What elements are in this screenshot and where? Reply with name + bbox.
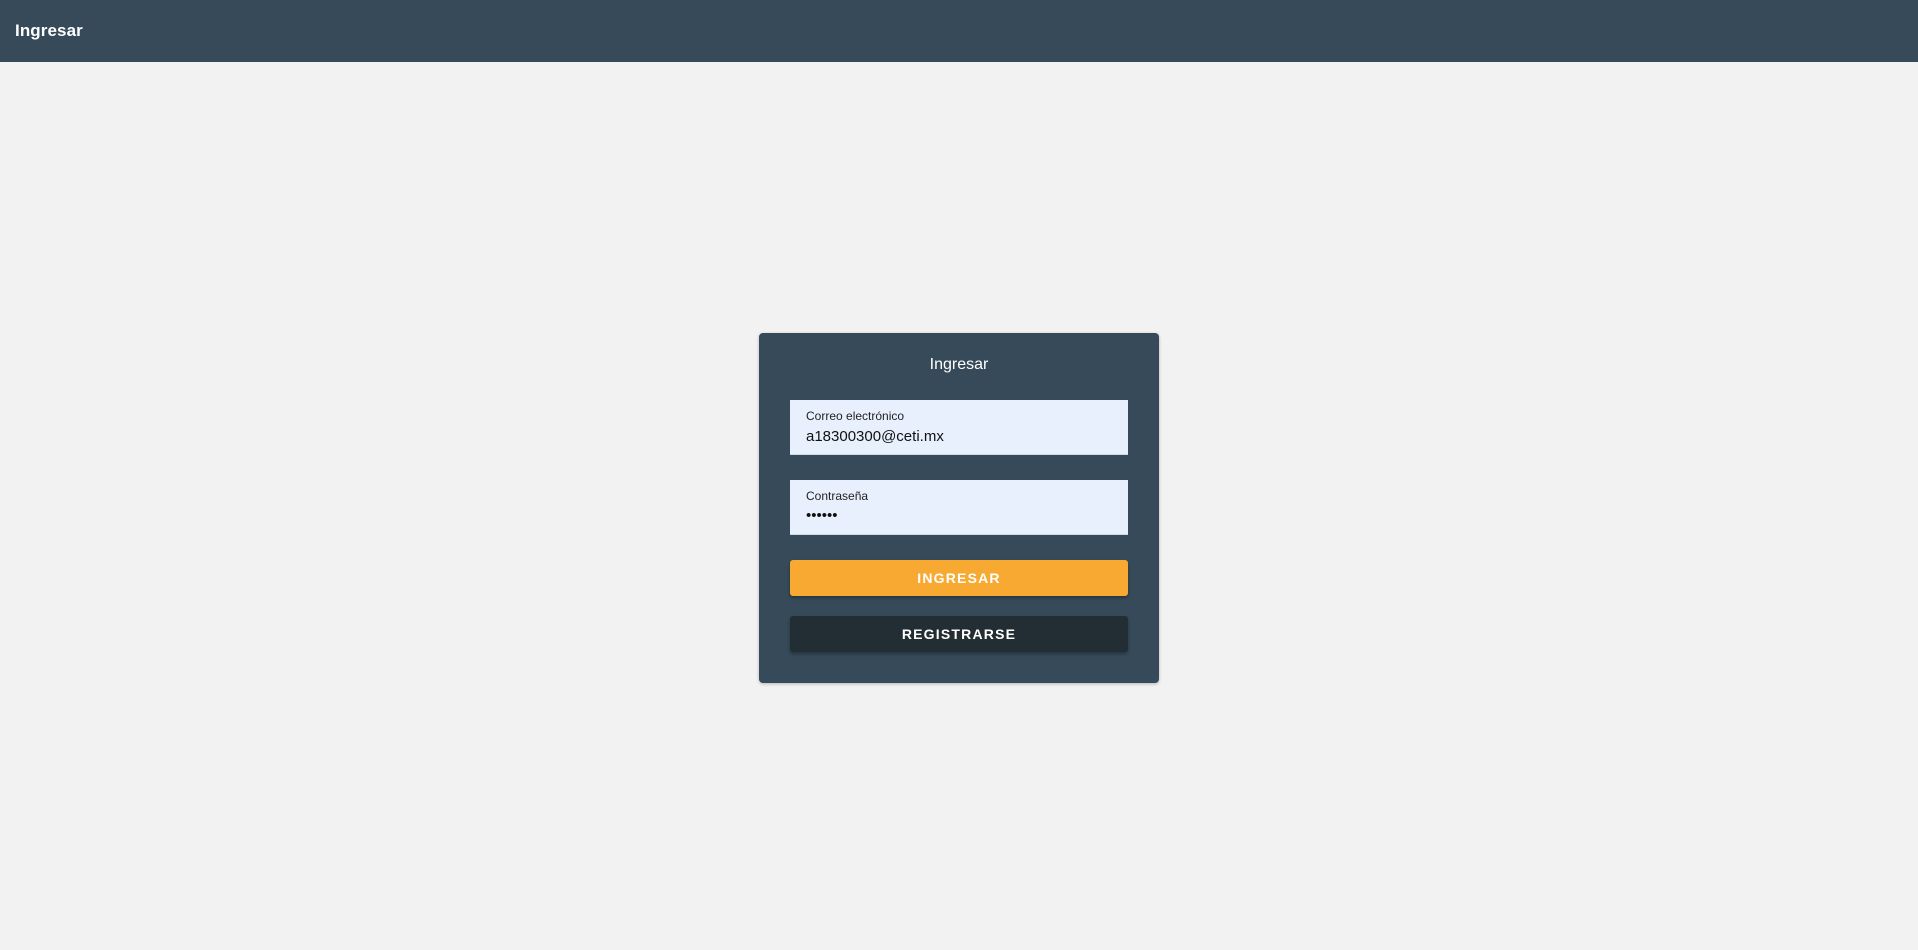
login-button[interactable]: INGRESAR <box>790 560 1128 596</box>
app-bar-title: Ingresar <box>15 21 83 40</box>
register-button[interactable]: REGISTRARSE <box>790 616 1128 652</box>
login-card: Ingresar Correo electrónico a18300300@ce… <box>759 333 1159 683</box>
password-field-value[interactable]: •••••• <box>806 507 838 524</box>
email-field-value[interactable]: a18300300@ceti.mx <box>806 428 944 445</box>
top-app-bar: Ingresar <box>0 0 1918 62</box>
login-card-title: Ingresar <box>929 356 989 373</box>
email-field-label: Correo electrónico <box>806 409 905 423</box>
email-field[interactable]: Correo electrónico a18300300@ceti.mx <box>790 400 1128 455</box>
password-field-label: Contraseña <box>806 489 869 503</box>
password-field[interactable]: Contraseña •••••• <box>790 480 1128 535</box>
